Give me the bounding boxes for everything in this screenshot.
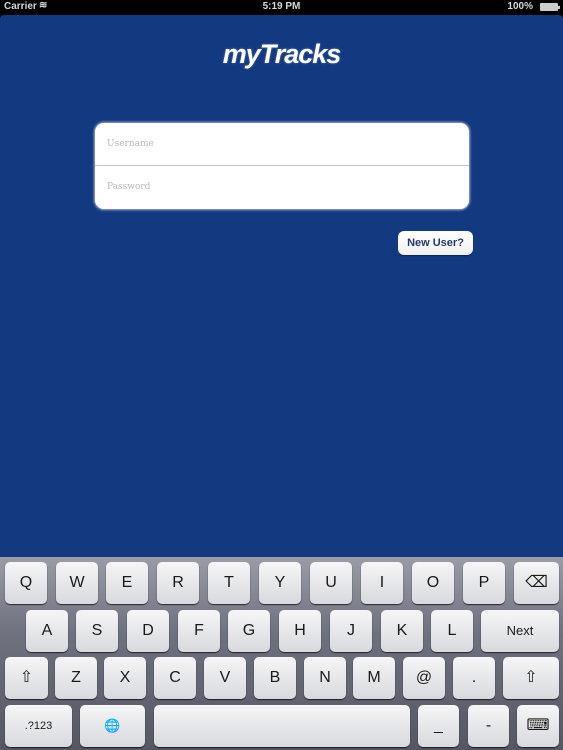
key-n[interactable]: N	[304, 657, 346, 699]
key-g[interactable]: G	[228, 610, 270, 652]
key-i[interactable]: I	[361, 562, 403, 604]
key-j[interactable]: J	[330, 610, 372, 652]
key-z[interactable]: Z	[55, 657, 97, 699]
key-b[interactable]: B	[254, 657, 296, 699]
key-e[interactable]: E	[106, 562, 148, 604]
key-o[interactable]: O	[412, 562, 454, 604]
key-x[interactable]: X	[104, 657, 146, 699]
numbers-key[interactable]: .?123	[5, 705, 72, 747]
shift-icon: ⇧	[524, 669, 538, 686]
key-y[interactable]: Y	[259, 562, 301, 604]
key-at[interactable]: @	[403, 657, 445, 699]
key-d[interactable]: D	[127, 610, 169, 652]
onscreen-keyboard: Q W E R T Y U I O P ⌫ A S D F G H J K L …	[0, 557, 563, 750]
login-form	[95, 123, 469, 209]
login-screen: myTracks New User?	[0, 15, 563, 557]
key-h[interactable]: H	[279, 610, 321, 652]
dismiss-keyboard-key[interactable]: ⌨	[517, 705, 559, 747]
key-k[interactable]: K	[381, 610, 423, 652]
status-bar: Carrier ≋ 5:19 PM 100%	[0, 0, 563, 15]
next-key[interactable]: Next	[481, 610, 559, 652]
key-underscore[interactable]: _	[418, 705, 459, 747]
key-p[interactable]: P	[463, 562, 505, 604]
key-w[interactable]: W	[56, 562, 98, 604]
key-f[interactable]: F	[178, 610, 220, 652]
key-l[interactable]: L	[431, 610, 473, 652]
backspace-key[interactable]: ⌫	[514, 562, 559, 604]
battery-icon	[540, 3, 560, 11]
shift-icon: ⇧	[19, 669, 34, 686]
globe-icon: 🌐	[104, 718, 121, 733]
key-r[interactable]: R	[157, 562, 199, 604]
app-logo: myTracks	[222, 39, 342, 69]
globe-key[interactable]: 🌐	[80, 705, 145, 747]
shift-key-right[interactable]: ⇧	[503, 657, 559, 699]
new-user-button[interactable]: New User?	[398, 231, 473, 255]
key-q[interactable]: Q	[5, 562, 47, 604]
shift-key-left[interactable]: ⇧	[5, 657, 48, 699]
key-s[interactable]: S	[76, 610, 118, 652]
key-a[interactable]: A	[26, 610, 68, 652]
clock: 5:19 PM	[262, 1, 301, 12]
key-period[interactable]: .	[453, 657, 495, 699]
key-v[interactable]: V	[204, 657, 246, 699]
key-u[interactable]: U	[310, 562, 352, 604]
key-dash[interactable]: -	[468, 705, 509, 747]
key-t[interactable]: T	[208, 562, 250, 604]
backspace-icon: ⌫	[525, 574, 548, 591]
battery-percent: 100%	[507, 1, 533, 12]
password-input[interactable]	[95, 166, 469, 208]
key-c[interactable]: C	[154, 657, 196, 699]
space-key[interactable]	[154, 705, 410, 747]
keyboard-dismiss-icon: ⌨	[526, 717, 550, 734]
username-input[interactable]	[95, 123, 469, 165]
key-m[interactable]: M	[353, 657, 395, 699]
